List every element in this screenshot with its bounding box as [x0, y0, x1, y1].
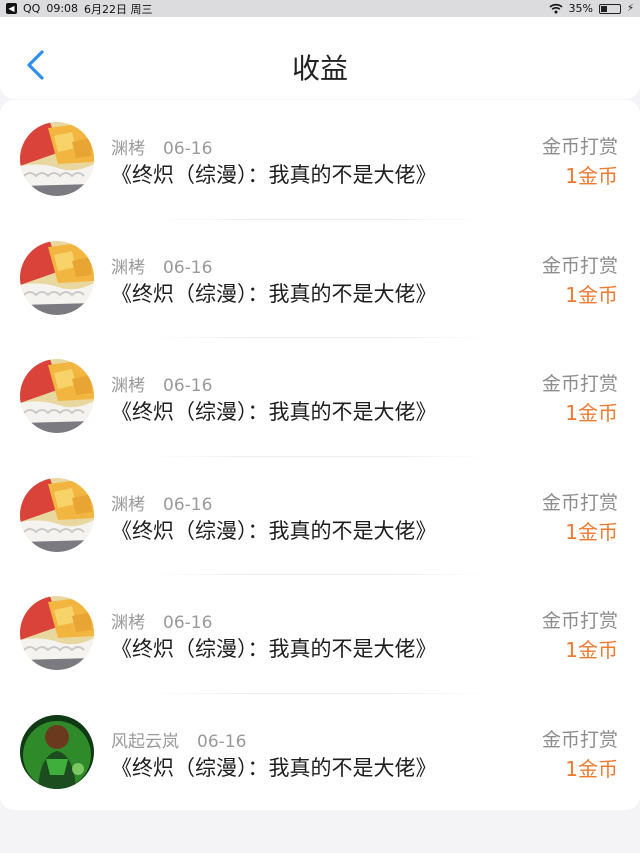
- record-book-title: 《终炽（综漫）：我真的不是大佬》: [111, 163, 437, 187]
- record-amount: 1金币: [565, 638, 618, 662]
- record-book-title: 《终炽（综漫）：我真的不是大佬》: [111, 755, 437, 780]
- record-username: 渊栲: [111, 613, 145, 633]
- record-book-title: 《终炽（综漫）：我真的不是大佬》: [111, 281, 437, 306]
- record-date: 06-16: [163, 613, 213, 633]
- record-username: 渊栲: [111, 494, 145, 515]
- user-avatar-fruit-cake: [20, 596, 94, 670]
- record-book-title: 《终炽（综漫）：我真的不是大佬》: [111, 637, 437, 661]
- record-username: 渊栲: [111, 139, 145, 159]
- record-amount: 1金币: [565, 164, 618, 188]
- record-type: 金币打赏: [541, 728, 618, 751]
- record-type: 金币打赏: [541, 254, 618, 277]
- user-avatar-green-character: [20, 714, 94, 789]
- wifi-icon: [548, 3, 563, 14]
- record-type: 金币打赏: [541, 491, 618, 514]
- status-app-name: QQ: [23, 2, 41, 15]
- record-amount: 1金币: [565, 282, 618, 307]
- user-avatar-fruit-cake: [20, 240, 94, 315]
- record-book-title: 《终炽（综漫）：我真的不是大佬》: [111, 400, 437, 424]
- status-date: 6月22日 周三: [84, 2, 153, 16]
- charging-icon: ⚡: [626, 3, 634, 14]
- nav-bar: 收益: [0, 17, 640, 99]
- record-amount: 1金币: [565, 756, 618, 781]
- earning-record[interactable]: 风起云岚 06-16 《终炽（综漫）：我真的不是大佬》 金币打赏 1金币: [0, 692, 640, 811]
- earning-record[interactable]: 渊栲 06-16 《终炽（综漫）：我真的不是大佬》 金币打赏 1金币: [0, 337, 640, 456]
- record-date: 06-16: [163, 139, 213, 159]
- record-type: 金币打赏: [541, 610, 618, 632]
- battery-icon: [598, 3, 621, 14]
- page-title: 收益: [291, 52, 348, 85]
- record-username: 渊栲: [111, 376, 145, 396]
- record-date: 06-16: [163, 257, 213, 278]
- record-book-title: 《终炽（综漫）：我真的不是大佬》: [111, 518, 437, 543]
- earning-record[interactable]: 渊栲 06-16 《终炽（综漫）：我真的不是大佬》 金币打赏 1金币: [0, 100, 640, 219]
- earning-record[interactable]: 渊栲 06-16 《终炽（综漫）：我真的不是大佬》 金币打赏 1金币: [0, 218, 640, 338]
- record-type: 金币打赏: [541, 373, 618, 395]
- status-bar: ◀ QQ 09:08 6月22日 周三 35% ⚡: [0, 0, 640, 17]
- record-date: 06-16: [197, 731, 247, 752]
- back-to-app-icon[interactable]: ◀: [6, 3, 17, 14]
- status-time: 09:08: [46, 2, 79, 15]
- record-amount: 1金币: [565, 519, 618, 544]
- earning-record[interactable]: 渊栲 06-16 《终炽（综漫）：我真的不是大佬》 金币打赏 1金币: [0, 455, 640, 575]
- record-username: 渊栲: [111, 257, 145, 278]
- earnings-list: 渊栲 06-16 《终炽（综漫）：我真的不是大佬》 金币打赏 1金币 渊栲 06-1…: [0, 100, 640, 810]
- record-date: 06-16: [163, 494, 213, 515]
- record-date: 06-16: [163, 376, 213, 396]
- user-avatar-fruit-cake: [20, 359, 94, 433]
- user-avatar-fruit-cake: [20, 477, 94, 552]
- record-username: 风起云岚: [111, 731, 179, 752]
- earning-record[interactable]: 渊栲 06-16 《终炽（综漫）：我真的不是大佬》 金币打赏 1金币: [0, 574, 640, 693]
- record-type: 金币打赏: [541, 136, 618, 158]
- record-amount: 1金币: [565, 401, 618, 425]
- battery-percent: 35%: [568, 2, 593, 15]
- user-avatar-fruit-cake: [20, 122, 94, 196]
